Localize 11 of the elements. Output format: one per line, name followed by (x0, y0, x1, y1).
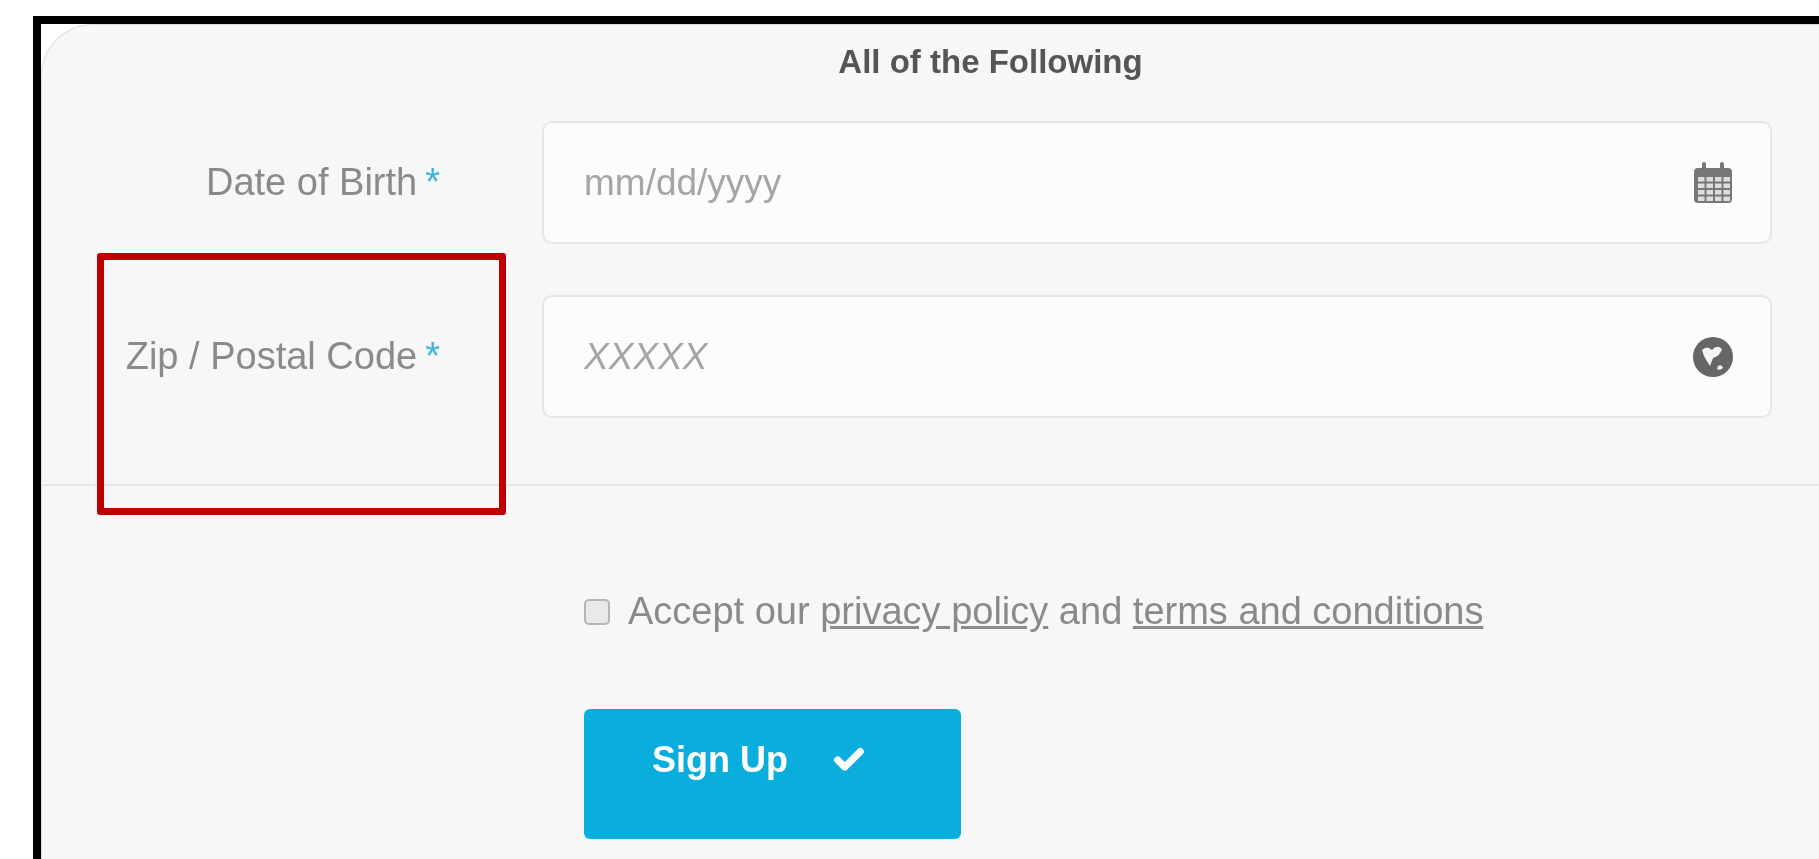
consent-text: Accept our privacy policy and terms and conditions (628, 590, 1484, 633)
field-label: Zip / Postal Code * (125, 335, 440, 378)
consent-checkbox[interactable] (584, 598, 610, 625)
globe-icon (1692, 335, 1734, 378)
section-heading: All of the Following (837, 43, 1144, 81)
calendar-icon (1692, 160, 1734, 205)
policy-link[interactable]: privacy policy (820, 590, 1049, 632)
sign-up-button[interactable]: Sign Up (584, 709, 961, 839)
policy-link[interactable]: terms and conditions (1132, 590, 1484, 632)
date-field[interactable]: mm/dd/yyyy (542, 121, 1772, 244)
field-label: Date of Birth * (206, 161, 440, 204)
